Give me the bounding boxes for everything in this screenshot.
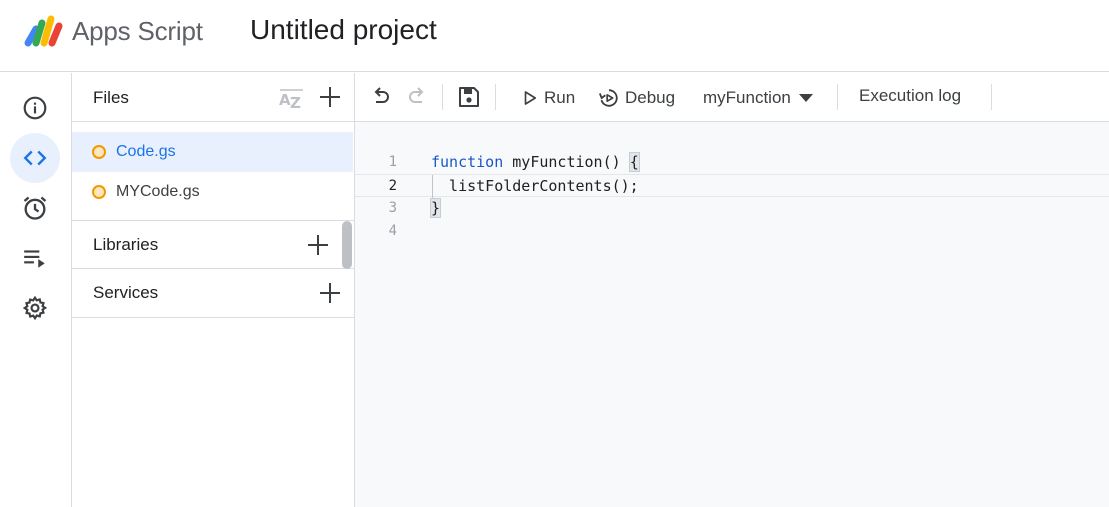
- code-editor[interactable]: 1 function myFunction() { 2 listFolderCo…: [355, 122, 1109, 507]
- rail-overview-button[interactable]: [10, 83, 60, 133]
- app-header: Apps Script Untitled project: [0, 0, 1109, 72]
- file-item-code-gs[interactable]: Code.gs: [72, 132, 353, 172]
- rail-settings-button[interactable]: [10, 283, 60, 333]
- file-dot-icon: [92, 185, 106, 199]
- files-panel-scrollbar[interactable]: [342, 221, 352, 269]
- left-rail: [0, 73, 72, 507]
- svg-text:Z: Z: [290, 94, 301, 110]
- line-number: 1: [388, 154, 397, 170]
- add-file-icon[interactable]: [318, 85, 342, 109]
- apps-script-logo-icon[interactable]: [22, 14, 64, 50]
- alarm-icon: [23, 196, 47, 220]
- info-icon: [23, 96, 47, 120]
- services-title: Services: [93, 283, 159, 302]
- rail-executions-button[interactable]: [10, 233, 60, 283]
- code-text: }: [429, 198, 442, 218]
- project-title[interactable]: Untitled project: [250, 14, 437, 46]
- services-section-header[interactable]: Services: [72, 269, 355, 318]
- undo-icon[interactable]: [369, 85, 393, 109]
- line-number: 4: [388, 223, 397, 239]
- add-library-icon[interactable]: [306, 233, 330, 257]
- libraries-section-header[interactable]: Libraries: [72, 220, 355, 269]
- file-item-mycode-gs[interactable]: MYCode.gs: [72, 172, 353, 212]
- debug-button[interactable]: Debug: [598, 86, 675, 110]
- file-dot-icon: [92, 145, 106, 159]
- code-keyword: function: [431, 153, 504, 171]
- debug-icon: [598, 89, 618, 107]
- editor-area: Run Debug myFunction Execution log 1 fun…: [355, 73, 1109, 507]
- file-name: MYCode.gs: [116, 183, 200, 200]
- code-text: listFolderContents();: [431, 177, 639, 195]
- rail-triggers-button[interactable]: [10, 183, 60, 233]
- brand-name[interactable]: Apps Script: [72, 16, 203, 47]
- sort-az-icon[interactable]: A Z: [277, 86, 305, 110]
- gear-icon: [22, 295, 48, 321]
- line-number: 3: [388, 200, 397, 216]
- code-text: function myFunction() {: [431, 152, 640, 172]
- code-icon: [23, 150, 47, 166]
- execution-log-button[interactable]: Execution log: [859, 86, 961, 106]
- file-name: Code.gs: [116, 143, 176, 160]
- code-line[interactable]: 4: [355, 220, 1109, 243]
- play-icon: [524, 91, 537, 105]
- code-line-current[interactable]: 2 listFolderContents();: [355, 174, 1109, 198]
- editor-toolbar: Run Debug myFunction Execution log: [355, 73, 1109, 122]
- line-number: 2: [388, 178, 397, 194]
- rail-editor-button[interactable]: [10, 133, 60, 183]
- add-service-icon[interactable]: [318, 281, 342, 305]
- toolbar-divider: [442, 84, 443, 110]
- code-token: myFunction(): [503, 153, 630, 171]
- run-button[interactable]: Run: [521, 86, 575, 110]
- toolbar-divider: [837, 84, 838, 110]
- debug-label: Debug: [625, 88, 676, 107]
- function-select[interactable]: myFunction: [703, 86, 813, 110]
- code-line[interactable]: 1 function myFunction() {: [355, 151, 1109, 174]
- files-title: Files: [93, 88, 129, 107]
- toolbar-divider: [495, 84, 496, 110]
- redo-icon[interactable]: [405, 85, 429, 109]
- code-brace: {: [628, 152, 640, 172]
- files-section-header: Files A Z: [72, 73, 355, 122]
- libraries-title: Libraries: [93, 235, 159, 254]
- dropdown-arrow-icon: [798, 94, 813, 102]
- files-panel: Files A Z Code.gs MYCode.gs Libraries Se…: [72, 73, 355, 507]
- executions-icon: [24, 250, 45, 268]
- save-icon[interactable]: [457, 85, 481, 109]
- run-label: Run: [544, 88, 576, 107]
- toolbar-divider: [991, 84, 992, 110]
- code-brace: }: [429, 198, 442, 218]
- function-select-value: myFunction: [703, 88, 791, 107]
- code-line[interactable]: 3 }: [355, 197, 1109, 220]
